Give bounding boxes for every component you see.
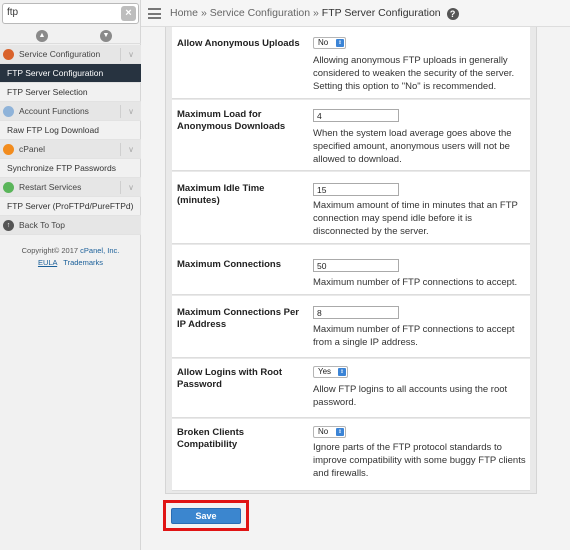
max-connections-per-ip-input[interactable] [313, 306, 399, 319]
help-icon[interactable]: ? [446, 8, 459, 20]
max-connections-input[interactable] [313, 259, 399, 272]
select-value: No [318, 38, 329, 47]
divider [120, 105, 121, 118]
setting-description: Maximum number of FTP connections to acc… [313, 324, 515, 348]
setting-row-root-login: Allow Logins with Root Password Yes ⇕ Al… [172, 359, 530, 418]
menu-toggle-icon[interactable] [148, 8, 161, 19]
search-box: × [2, 3, 139, 24]
restart-icon [3, 182, 14, 193]
chevron-down-icon: ∨ [128, 145, 134, 154]
arrow-up-icon: ↑ [3, 220, 14, 231]
setting-row-idle-time: Maximum Idle Time (minutes) Maximum amou… [172, 172, 530, 244]
cpanel-link[interactable]: cPanel, Inc. [80, 246, 119, 255]
eula-link[interactable]: EULA [38, 258, 57, 267]
sidebar-category-restart-services[interactable]: Restart Services ∨ [0, 178, 141, 197]
select-value: No [318, 427, 329, 436]
sidebar-item-label: FTP Server Selection [7, 87, 88, 97]
setting-label: Maximum Connections [177, 259, 281, 270]
footer-links: EULA Trademarks [0, 258, 141, 267]
select-arrows-icon: ⇕ [336, 39, 344, 47]
select-arrows-icon: ⇕ [336, 428, 344, 436]
copyright-text: Copyright© 2017 [21, 246, 79, 255]
setting-row-anonymous-uploads: Allow Anonymous Uploads No ⇕ Allowing an… [172, 27, 530, 99]
root-login-select[interactable]: Yes ⇕ [313, 366, 348, 378]
setting-row-max-connections-per-ip: Maximum Connections Per IP Address Maxim… [172, 296, 530, 358]
chevron-down-icon: ∨ [128, 183, 134, 192]
trademarks-link[interactable]: Trademarks [63, 258, 103, 267]
sidebar-item-ftp-server-configuration[interactable]: FTP Server Configuration [0, 64, 141, 83]
sidebar-item-label: FTP Server (ProFTPd/PureFTPd) [7, 201, 134, 211]
setting-row-max-connections: Maximum Connections Maximum number of FT… [172, 245, 530, 295]
sidebar-item-label: Raw FTP Log Download [7, 125, 99, 135]
service-config-icon [3, 49, 14, 60]
setting-description: Ignore parts of the FTP protocol standar… [313, 442, 526, 479]
settings-panel: Allow Anonymous Uploads No ⇕ Allowing an… [165, 27, 537, 494]
chevron-down-icon: ∨ [128, 50, 134, 59]
idle-time-input[interactable] [313, 183, 399, 196]
anonymous-uploads-select[interactable]: No ⇕ [313, 37, 346, 49]
sidebar-item-label: cPanel [19, 144, 45, 154]
sidebar-item-label: Service Configuration [19, 49, 101, 59]
setting-description: Allowing anonymous FTP uploads in genera… [313, 55, 515, 92]
collapse-all-icon[interactable]: ▲ [36, 30, 48, 42]
sidebar-item-label: FTP Server Configuration [7, 68, 104, 78]
back-to-top-label: Back To Top [19, 220, 65, 230]
setting-label: Allow Logins with Root Password [177, 367, 283, 390]
max-load-input[interactable] [313, 109, 399, 122]
sidebar-item-ftp-server-proftpd-pureftpd[interactable]: FTP Server (ProFTPd/PureFTPd) [0, 197, 141, 216]
sidebar-item-ftp-server-selection[interactable]: FTP Server Selection [0, 83, 141, 102]
broken-clients-select[interactable]: No ⇕ [313, 426, 346, 438]
setting-row-max-load: Maximum Load for Anonymous Downloads Whe… [172, 100, 530, 171]
copyright: Copyright© 2017 cPanel, Inc. [0, 246, 141, 255]
setting-label: Maximum Connections Per IP Address [177, 307, 299, 330]
cpanel-icon [3, 144, 14, 155]
sidebar-item-synchronize-ftp-passwords[interactable]: Synchronize FTP Passwords [0, 159, 141, 178]
divider [120, 181, 121, 194]
sidebar-item-label: Synchronize FTP Passwords [7, 163, 116, 173]
user-icon [3, 106, 14, 117]
clear-search-icon[interactable]: × [121, 6, 136, 21]
setting-label: Broken Clients Compatibility [177, 427, 245, 450]
chevron-down-icon: ∨ [128, 107, 134, 116]
sidebar: × ▲ ▼ Service Configuration ∨ FTP Server… [0, 0, 141, 550]
breadcrumb-section[interactable]: Service Configuration [210, 7, 310, 19]
sidebar-item-raw-ftp-log-download[interactable]: Raw FTP Log Download [0, 121, 141, 140]
sidebar-item-label: Restart Services [19, 182, 82, 192]
breadcrumb-separator: » [200, 7, 207, 19]
setting-description: Maximum number of FTP connections to acc… [313, 277, 518, 288]
select-arrows-icon: ⇕ [338, 368, 346, 376]
setting-row-broken-clients: Broken Clients Compatibility No ⇕ Ignore… [172, 419, 530, 491]
breadcrumb-separator: » [313, 7, 319, 19]
breadcrumb: Home » Service Configuration » FTP Serve… [170, 7, 459, 20]
divider [120, 48, 121, 61]
divider [120, 143, 121, 156]
save-button[interactable]: Save [171, 508, 241, 524]
select-value: Yes [318, 367, 332, 376]
expand-collapse-row: ▲ ▼ [0, 27, 141, 44]
breadcrumb-current: FTP Server Configuration [321, 7, 441, 19]
sidebar-category-service-configuration[interactable]: Service Configuration ∨ [0, 45, 141, 64]
setting-label: Maximum Load for Anonymous Downloads [177, 109, 286, 132]
setting-description: When the system load average goes above … [313, 128, 512, 165]
sidebar-item-label: Account Functions [19, 106, 89, 116]
setting-label: Maximum Idle Time (minutes) [177, 183, 265, 206]
back-to-top[interactable]: ↑ Back To Top [0, 216, 141, 235]
setting-description: Maximum amount of time in minutes that a… [313, 200, 518, 237]
breadcrumb-bar: Home » Service Configuration » FTP Serve… [141, 0, 570, 27]
sidebar-category-account-functions[interactable]: Account Functions ∨ [0, 102, 141, 121]
sidebar-category-cpanel[interactable]: cPanel ∨ [0, 140, 141, 159]
setting-label: Allow Anonymous Uploads [177, 38, 300, 49]
expand-all-icon[interactable]: ▼ [100, 30, 112, 42]
breadcrumb-home[interactable]: Home [170, 7, 198, 19]
setting-description: Allow FTP logins to all accounts using t… [313, 384, 508, 408]
save-highlight: Save [163, 500, 249, 531]
search-input[interactable] [7, 7, 117, 18]
